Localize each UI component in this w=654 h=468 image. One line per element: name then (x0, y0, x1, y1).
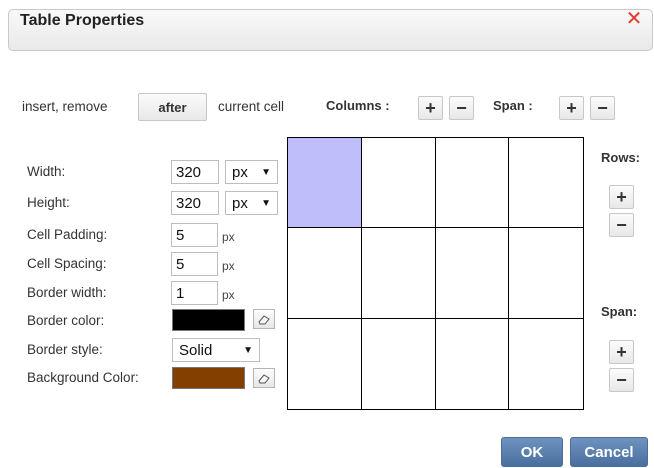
border-style-select[interactable]: Solid ▼ (172, 338, 260, 362)
width-input[interactable] (171, 160, 219, 184)
decrease-row-span-button[interactable]: − (609, 368, 634, 392)
ok-button[interactable]: OK (501, 437, 563, 467)
column-span-label: Span : (493, 98, 533, 113)
insert-remove-label: insert, remove (22, 99, 108, 114)
decrease-column-span-button[interactable]: − (590, 96, 615, 120)
columns-label: Columns : (326, 98, 390, 113)
cell-spacing-label: Cell Spacing: (27, 256, 107, 271)
width-unit-select[interactable]: px ▼ (225, 160, 278, 184)
border-width-input[interactable] (171, 281, 218, 305)
table-cell[interactable] (362, 318, 436, 409)
cancel-button[interactable]: Cancel (570, 437, 648, 467)
cell-spacing-unit: px (222, 259, 235, 273)
cell-padding-input[interactable] (171, 223, 218, 247)
remove-column-button[interactable]: − (449, 96, 474, 120)
chevron-down-icon: ▼ (243, 344, 253, 356)
rows-label: Rows: (601, 150, 640, 165)
increase-row-span-button[interactable]: + (609, 340, 634, 364)
chevron-down-icon: ▼ (261, 166, 271, 178)
border-color-label: Border color: (27, 313, 105, 328)
table-cell[interactable] (509, 319, 583, 409)
height-input[interactable] (171, 191, 219, 215)
current-cell-label: current cell (218, 99, 285, 114)
row-span-label: Span: (601, 304, 638, 319)
border-width-label: Border width: (27, 285, 107, 300)
height-label: Height: (27, 195, 70, 210)
width-label: Width: (27, 164, 66, 179)
table-cell-selected[interactable] (288, 138, 362, 229)
table-grid-preview[interactable] (287, 137, 584, 410)
cell-padding-unit: px (222, 230, 235, 244)
width-unit-value: px (232, 163, 248, 181)
table-cell[interactable] (288, 228, 362, 319)
position-toggle-button[interactable]: after (138, 93, 207, 121)
background-color-label: Background Color: (27, 370, 139, 385)
add-row-button[interactable]: + (609, 185, 634, 209)
chevron-down-icon: ▼ (261, 197, 271, 209)
height-unit-value: px (232, 194, 248, 212)
table-cell[interactable] (436, 318, 510, 409)
table-cell[interactable] (509, 228, 583, 319)
table-cell[interactable] (288, 318, 362, 409)
remove-row-button[interactable]: − (609, 213, 634, 237)
clear-border-color-eraser-icon[interactable] (253, 309, 275, 329)
height-unit-select[interactable]: px ▼ (225, 191, 278, 215)
border-style-label: Border style: (27, 342, 103, 357)
close-icon[interactable]: ✕ (624, 9, 644, 29)
clear-background-color-eraser-icon[interactable] (253, 368, 275, 388)
table-cell[interactable] (361, 228, 436, 319)
background-color-swatch[interactable] (172, 367, 245, 389)
table-cell[interactable] (435, 228, 510, 319)
increase-column-span-button[interactable]: + (559, 96, 584, 120)
cell-padding-label: Cell Padding: (27, 227, 108, 242)
add-column-button[interactable]: + (418, 96, 443, 120)
cell-spacing-input[interactable] (171, 252, 218, 276)
border-color-swatch[interactable] (172, 309, 245, 331)
border-width-unit: px (222, 288, 235, 302)
dialog-title: Table Properties (20, 12, 145, 29)
table-cell[interactable] (361, 138, 436, 229)
table-cell[interactable] (509, 138, 583, 229)
table-cell[interactable] (435, 138, 510, 229)
border-style-value: Solid (179, 341, 213, 359)
